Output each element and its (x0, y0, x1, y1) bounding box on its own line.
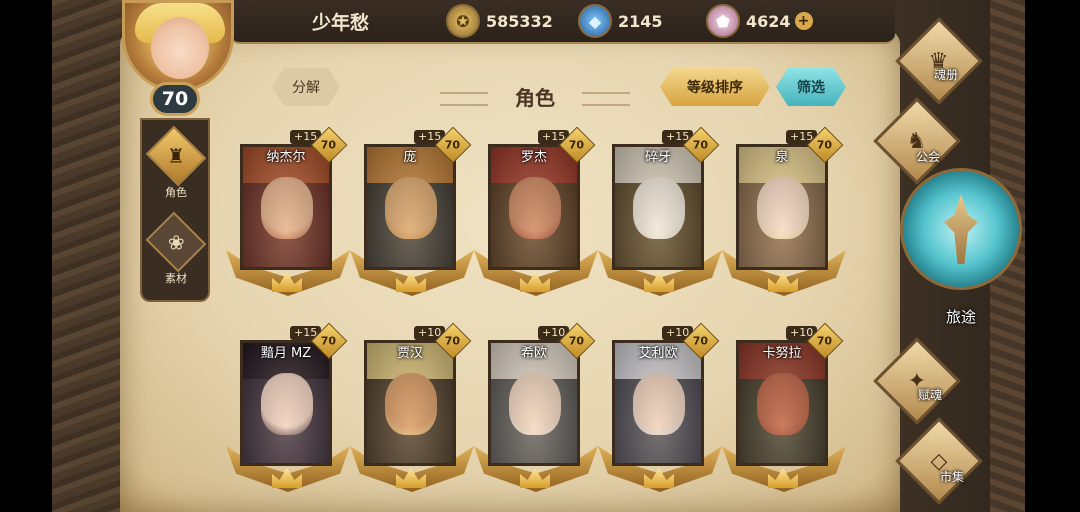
character-card[interactable]: 贾汉 +10 70 (350, 322, 474, 502)
portrait-shade (615, 147, 701, 267)
crystal-counter[interactable]: ⬟ 4624 + (706, 4, 813, 38)
character-card[interactable]: 纳杰尔 +15 70 (226, 126, 350, 306)
portrait-shade (739, 147, 825, 267)
tab-characters-label: 角色 (165, 186, 187, 199)
filter-button[interactable]: 筛选 (776, 68, 846, 106)
gold-counter[interactable]: ✪ 585332 (446, 4, 553, 38)
soul-book-label: 魂册 (934, 68, 959, 82)
coin-icon: ✪ (446, 4, 480, 38)
character-card[interactable]: 庞 +15 70 (350, 126, 474, 306)
portrait-shade (491, 147, 577, 267)
character-level: 70 (817, 334, 833, 348)
gold-value: 585332 (486, 11, 553, 31)
winged-helmet-icon: ♛ (895, 17, 983, 105)
avatar-face (151, 17, 209, 79)
tab-materials-label: 素材 (165, 272, 187, 285)
player-name: 少年愁 (312, 12, 370, 34)
character-level: 70 (817, 138, 833, 152)
character-card[interactable]: 希欧 +10 70 (474, 322, 598, 502)
character-card[interactable]: 艾利欧 +10 70 (598, 322, 722, 502)
portrait-shade (491, 343, 577, 463)
character-card[interactable]: 泉 +15 70 (722, 126, 846, 306)
character-level: 70 (693, 138, 709, 152)
player-level-badge: 70 (150, 82, 200, 116)
flame-icon: ✦ (873, 337, 961, 425)
crystal-value: 4624 (746, 11, 791, 31)
portrait-shade (243, 343, 329, 463)
material-icon: ❀ (145, 211, 207, 273)
character-level: 70 (321, 334, 337, 348)
level-sort-button[interactable]: 等级排序 (660, 68, 770, 106)
decompose-button[interactable]: 分解 (272, 68, 340, 106)
character-level: 70 (445, 138, 461, 152)
side-tab-panel: ♜ 角色 ❀ 素材 (140, 118, 210, 302)
market-label: 市集 (940, 470, 965, 484)
guild-label: 公会 (916, 150, 941, 164)
portrait-shade (243, 147, 329, 267)
journey-button[interactable]: 旅途 (900, 168, 1022, 334)
page-title: 角色 (515, 86, 555, 110)
gem-icon: ◇ (895, 417, 983, 505)
character-level: 70 (569, 334, 585, 348)
character-level: 70 (693, 334, 709, 348)
gem-counter[interactable]: ◆ 2145 (578, 4, 663, 38)
endow-soul-button[interactable]: ✦ 赋魂 (873, 337, 961, 425)
portrait-shade (367, 147, 453, 267)
character-card[interactable]: 卡努拉 +10 70 (722, 322, 846, 502)
avatar-frame (122, 0, 234, 92)
tab-materials[interactable]: ❀ 素材 (145, 211, 207, 286)
character-level: 70 (569, 138, 585, 152)
endow-soul-label: 赋魂 (918, 388, 943, 402)
guild-button[interactable]: ♞ 公会 (873, 97, 961, 185)
character-level: 70 (445, 334, 461, 348)
helmet-icon: ♜ (145, 125, 207, 187)
gem-value: 2145 (618, 11, 663, 31)
market-button[interactable]: ◇ 市集 (895, 417, 983, 505)
character-card[interactable]: 黯月 MZ +15 70 (226, 322, 350, 502)
portrait-shade (615, 343, 701, 463)
portrait-shade (367, 343, 453, 463)
portrait-shade (739, 343, 825, 463)
title-ornament-left (440, 92, 488, 106)
tab-characters[interactable]: ♜ 角色 (145, 125, 207, 200)
blue-crystal-icon: ◆ (578, 4, 612, 38)
character-level: 70 (321, 138, 337, 152)
pink-crystal-icon: ⬟ (706, 4, 740, 38)
character-card[interactable]: 碎牙 +15 70 (598, 126, 722, 306)
title-ornament-right (582, 92, 630, 106)
soul-book-button[interactable]: ♛ 魂册 (895, 17, 983, 105)
add-crystal-button[interactable]: + (794, 12, 813, 30)
character-card[interactable]: 罗杰 +15 70 (474, 126, 598, 306)
journey-label: 旅途 (945, 308, 976, 326)
